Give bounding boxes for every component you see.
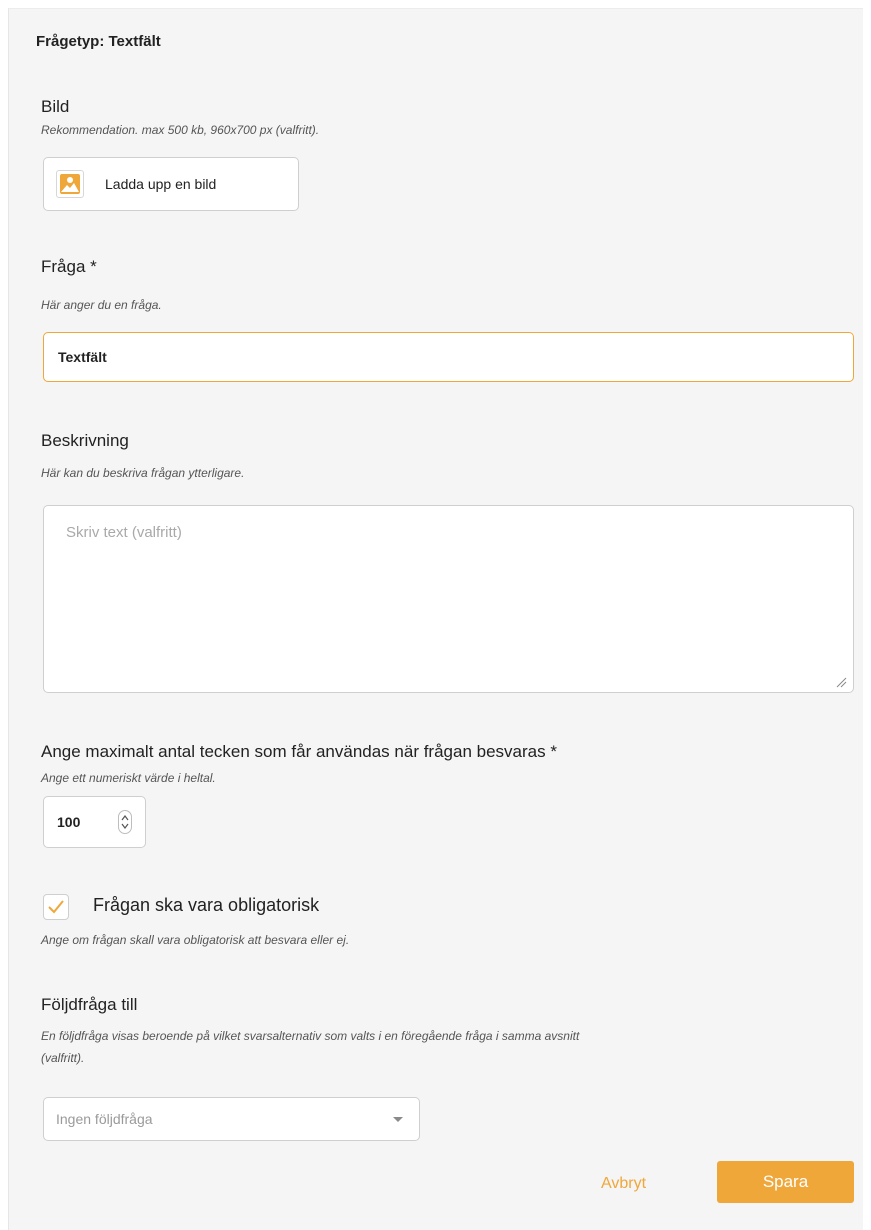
description-textarea[interactable]	[43, 505, 854, 693]
description-hint: Här kan du beskriva frågan ytterligare.	[41, 466, 245, 480]
checkmark-icon	[44, 900, 68, 923]
number-stepper[interactable]	[118, 810, 132, 834]
question-type-title: Frågetyp: Textfält	[36, 33, 161, 50]
question-input[interactable]	[43, 332, 854, 382]
upload-image-label: Ladda upp en bild	[105, 176, 217, 192]
save-button[interactable]: Spara	[717, 1161, 854, 1203]
followup-select[interactable]: Ingen följdfråga	[43, 1097, 420, 1141]
image-icon	[56, 170, 84, 198]
max-chars-value: 100	[57, 814, 81, 830]
followup-label: Följdfråga till	[41, 995, 138, 1014]
cancel-button[interactable]: Avbryt	[601, 1175, 646, 1193]
resize-handle-icon[interactable]	[835, 675, 847, 688]
description-label: Beskrivning	[41, 431, 129, 450]
required-hint: Ange om frågan skall vara obligatorisk a…	[41, 933, 350, 947]
upload-image-button[interactable]: Ladda upp en bild	[43, 157, 299, 211]
chevron-down-icon	[393, 1117, 403, 1122]
required-checkbox-label[interactable]: Frågan ska vara obligatorisk	[93, 895, 319, 916]
max-chars-input[interactable]: 100	[43, 796, 146, 848]
followup-select-value: Ingen följdfråga	[56, 1111, 153, 1127]
required-checkbox[interactable]	[43, 894, 69, 920]
image-hint: Rekommendation. max 500 kb, 960x700 px (…	[41, 123, 320, 137]
followup-hint: En följdfråga visas beroende på vilket s…	[41, 1029, 580, 1043]
question-label: Fråga *	[41, 257, 97, 276]
question-hint: Här anger du en fråga.	[41, 298, 162, 312]
followup-hint-optional: (valfritt).	[41, 1051, 85, 1065]
max-chars-label: Ange maximalt antal tecken som får använ…	[41, 742, 557, 761]
question-editor-panel: Frågetyp: Textfält Bild Rekommendation. …	[8, 8, 863, 1230]
image-label: Bild	[41, 97, 70, 116]
max-chars-hint: Ange ett numeriskt värde i heltal.	[41, 771, 216, 785]
